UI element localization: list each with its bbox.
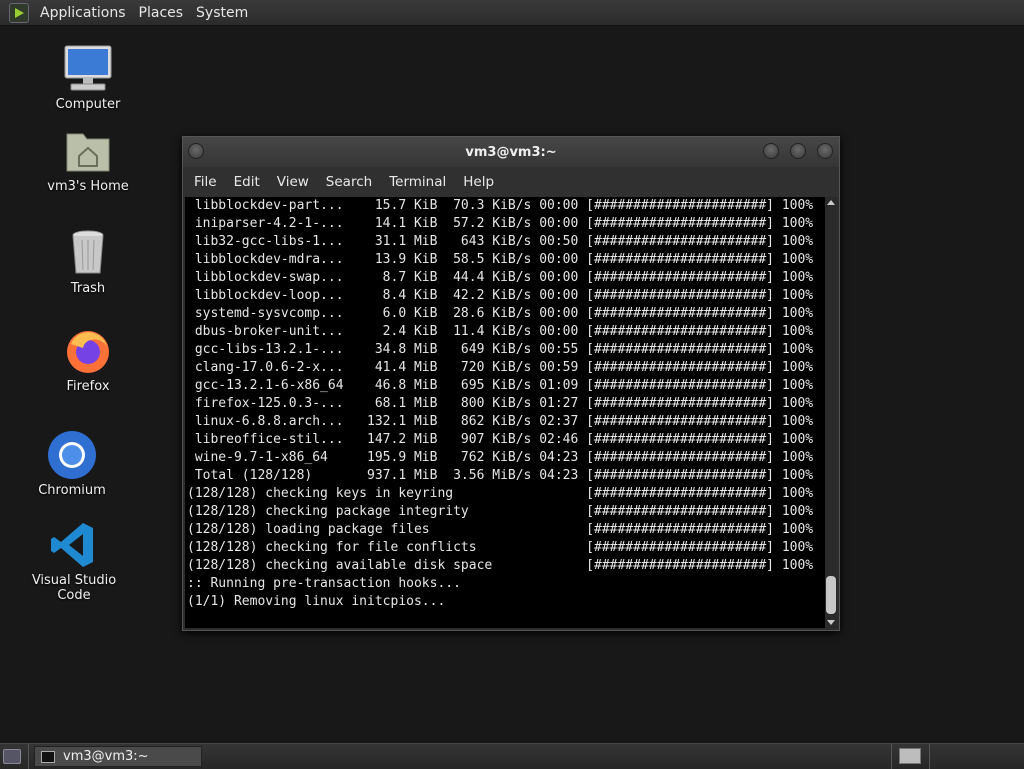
menu-file[interactable]: File (188, 174, 223, 190)
taskbar-terminal-button[interactable]: vm3@vm3:~ (34, 746, 202, 767)
terminal-line: :: Running pre-transaction hooks... (187, 576, 461, 591)
desktop-icon-label: Visual Studio Code (31, 573, 117, 603)
applications-menu[interactable]: Applications (35, 5, 131, 21)
desktop-icon-chromium[interactable]: Chromium (12, 430, 132, 498)
menu-view[interactable]: View (271, 174, 315, 190)
terminal-line: libblockdev-part... 15.7 KiB 70.3 KiB/s … (187, 198, 814, 213)
desktop-icon-firefox[interactable]: Firefox (28, 326, 148, 394)
window-titlebar[interactable]: vm3@vm3:~ (183, 137, 839, 167)
desktop-icon-label: Firefox (66, 379, 110, 394)
terminal-line: (128/128) checking available disk space … (187, 558, 814, 573)
terminal-line: (128/128) checking package integrity [##… (187, 504, 814, 519)
terminal-line: libblockdev-loop... 8.4 KiB 42.2 KiB/s 0… (187, 288, 814, 303)
terminal-output[interactable]: libblockdev-part... 15.7 KiB 70.3 KiB/s … (185, 197, 825, 628)
terminal-line: libblockdev-mdra... 13.9 KiB 58.5 KiB/s … (187, 252, 814, 267)
vscode-icon (47, 520, 101, 570)
terminal-line: iniparser-4.2-1-... 14.1 KiB 57.2 KiB/s … (187, 216, 814, 231)
terminal-line: wine-9.7-1-x86_64 195.9 MiB 762 KiB/s 04… (187, 450, 814, 465)
window-menu-button[interactable] (188, 143, 204, 159)
terminal-icon (41, 750, 55, 763)
terminal-line: dbus-broker-unit... 2.4 KiB 11.4 KiB/s 0… (187, 324, 814, 339)
terminal-line: firefox-125.0.3-... 68.1 MiB 800 KiB/s 0… (187, 396, 814, 411)
terminal-line: gcc-libs-13.2.1-... 34.8 MiB 649 KiB/s 0… (187, 342, 814, 357)
maximize-button[interactable] (790, 143, 806, 159)
terminal-scrollbar[interactable] (825, 197, 837, 628)
bottom-panel: vm3@vm3:~ (0, 743, 1024, 769)
terminal-line: (128/128) checking keys in keyring [####… (187, 486, 814, 501)
terminal-line: linux-6.8.8.arch... 132.1 MiB 862 KiB/s … (187, 414, 814, 429)
terminal-line: systemd-sysvcomp... 6.0 KiB 28.6 KiB/s 0… (187, 306, 814, 321)
desktop-icon-computer[interactable]: Computer (28, 44, 148, 112)
firefox-icon (61, 326, 115, 376)
terminal-menubar: File Edit View Search Terminal Help (183, 167, 839, 197)
desktop-icon-label: Computer (55, 97, 121, 112)
minimize-button[interactable] (763, 143, 779, 159)
terminal-line: lib32-gcc-libs-1... 31.1 MiB 643 KiB/s 0… (187, 234, 814, 249)
workspace-switcher[interactable] (899, 748, 921, 764)
desktop-icon-home[interactable]: vm3's Home (28, 126, 148, 194)
desktop-icon-trash[interactable]: Trash (28, 228, 148, 296)
scroll-up-arrow-icon[interactable] (827, 200, 835, 205)
panel-separator (28, 744, 29, 769)
home-folder-icon (61, 126, 115, 176)
desktop-icon-label: Chromium (38, 483, 106, 498)
places-menu[interactable]: Places (134, 5, 189, 21)
menu-search[interactable]: Search (320, 174, 378, 190)
computer-icon (61, 44, 115, 94)
top-panel: Applications Places System (0, 0, 1024, 26)
scroll-down-arrow-icon[interactable] (827, 620, 835, 625)
scroll-thumb[interactable] (826, 576, 836, 614)
desktop-icon-label: Trash (70, 281, 106, 296)
trash-icon (61, 228, 115, 278)
system-menu[interactable]: System (191, 5, 253, 21)
terminal-line: gcc-13.2.1-6-x86_64 46.8 MiB 695 KiB/s 0… (187, 378, 814, 393)
desktop-icon-vscode[interactable]: Visual Studio Code (14, 520, 134, 603)
applications-logo-icon[interactable] (9, 2, 29, 23)
terminal-line: (1/1) Removing linux initcpios... (187, 594, 446, 609)
menu-terminal[interactable]: Terminal (383, 174, 452, 190)
terminal-line: libreoffice-stil... 147.2 MiB 907 KiB/s … (187, 432, 814, 447)
terminal-line: Total (128/128) 937.1 MiB 3.56 MiB/s 04:… (187, 468, 814, 483)
chromium-icon (45, 430, 99, 480)
window-title: vm3@vm3:~ (465, 144, 557, 160)
terminal-line: libblockdev-swap... 8.7 KiB 44.4 KiB/s 0… (187, 270, 814, 285)
terminal-line: (128/128) loading package files [#######… (187, 522, 814, 537)
show-desktop-icon[interactable] (3, 749, 21, 764)
terminal-line: clang-17.0.6-2-x... 41.4 MiB 720 KiB/s 0… (187, 360, 814, 375)
desktop-icon-label: vm3's Home (47, 179, 129, 194)
close-button[interactable] (817, 143, 833, 159)
menu-edit[interactable]: Edit (228, 174, 266, 190)
terminal-window: vm3@vm3:~ File Edit View Search Terminal… (182, 136, 840, 631)
menu-help[interactable]: Help (457, 174, 500, 190)
task-label: vm3@vm3:~ (63, 749, 149, 764)
panel-separator (929, 744, 930, 769)
terminal-line: (128/128) checking for file conflicts [#… (187, 540, 814, 555)
panel-separator (891, 744, 892, 769)
